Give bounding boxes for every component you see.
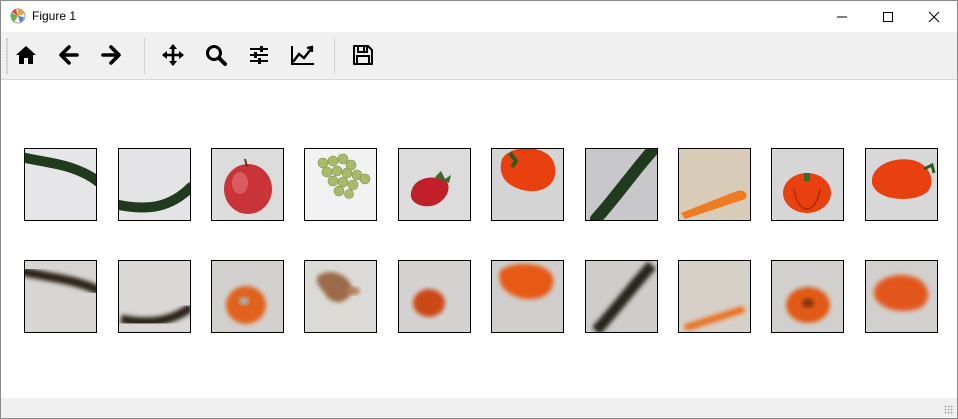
image-subplot [398,148,471,221]
sliders-icon [250,46,268,64]
zoom-button[interactable] [201,40,231,70]
line-chart-icon [291,45,314,65]
blurred-apple-image [212,261,283,332]
image-subplot [304,148,377,221]
matplotlib-app-icon [10,8,26,24]
floppy-disk-icon [353,45,373,65]
close-icon [928,11,940,23]
figure-canvas[interactable] [1,80,957,398]
image-subplot [24,148,97,221]
blurred-carrot-image [679,261,750,332]
toolbar-grip[interactable] [6,38,8,74]
blurred-cucumber-image [119,261,190,332]
cucumber-image [119,149,190,220]
image-subplot [118,148,191,221]
cucumber-image [25,149,96,220]
title-bar[interactable]: Figure 1 [1,1,957,32]
blurred-pepper-image [492,261,563,332]
status-bar [1,398,957,418]
cucumber-image [586,149,657,220]
home-icon [16,46,36,64]
apple-image [212,149,283,220]
pan-button[interactable] [158,40,188,70]
image-subplot [118,260,191,333]
strawberry-image [399,149,470,220]
image-subplot [771,260,844,333]
configure-subplots-button[interactable] [244,40,274,70]
image-subplot [24,260,97,333]
image-subplot [865,148,938,221]
resize-grip[interactable] [944,405,954,415]
blurred-pepper-image [772,261,843,332]
minimize-icon [837,16,847,18]
image-subplot [865,260,938,333]
image-subplot [678,148,751,221]
blurred-pepper-image [866,261,937,332]
blurred-cucumber-image [25,261,96,332]
blurred-grapes-image [305,261,376,332]
navigation-toolbar [1,32,957,80]
window-title: Figure 1 [32,9,77,23]
blurred-cucumber-image [586,261,657,332]
bell-pepper-image [772,149,843,220]
image-subplot [491,148,564,221]
bell-pepper-image [492,149,563,220]
blurred-strawberry-image [399,261,470,332]
image-subplot [211,148,284,221]
image-subplot [585,260,658,333]
grapes-image [305,149,376,220]
arrow-right-icon [101,45,121,65]
image-subplot [491,260,564,333]
close-button[interactable] [911,1,957,32]
maximize-icon [883,12,893,22]
figure-window: Figure 1 [0,0,958,419]
maximize-button[interactable] [865,1,911,32]
magnifier-icon [206,45,227,66]
carrot-image [679,149,750,220]
back-button[interactable] [54,40,84,70]
image-subplot [211,260,284,333]
toolbar-separator [334,38,335,74]
save-button[interactable] [348,40,378,70]
toolbar-separator [144,38,145,74]
edit-axes-button[interactable] [287,40,317,70]
forward-button[interactable] [96,40,126,70]
image-subplot [678,260,751,333]
image-subplot [304,260,377,333]
bell-pepper-image [866,149,937,220]
home-button[interactable] [11,40,41,70]
minimize-button[interactable] [819,1,865,32]
image-subplot [398,260,471,333]
arrow-left-icon [59,45,79,65]
image-subplot [585,148,658,221]
image-subplot [771,148,844,221]
move-icon [162,44,184,66]
